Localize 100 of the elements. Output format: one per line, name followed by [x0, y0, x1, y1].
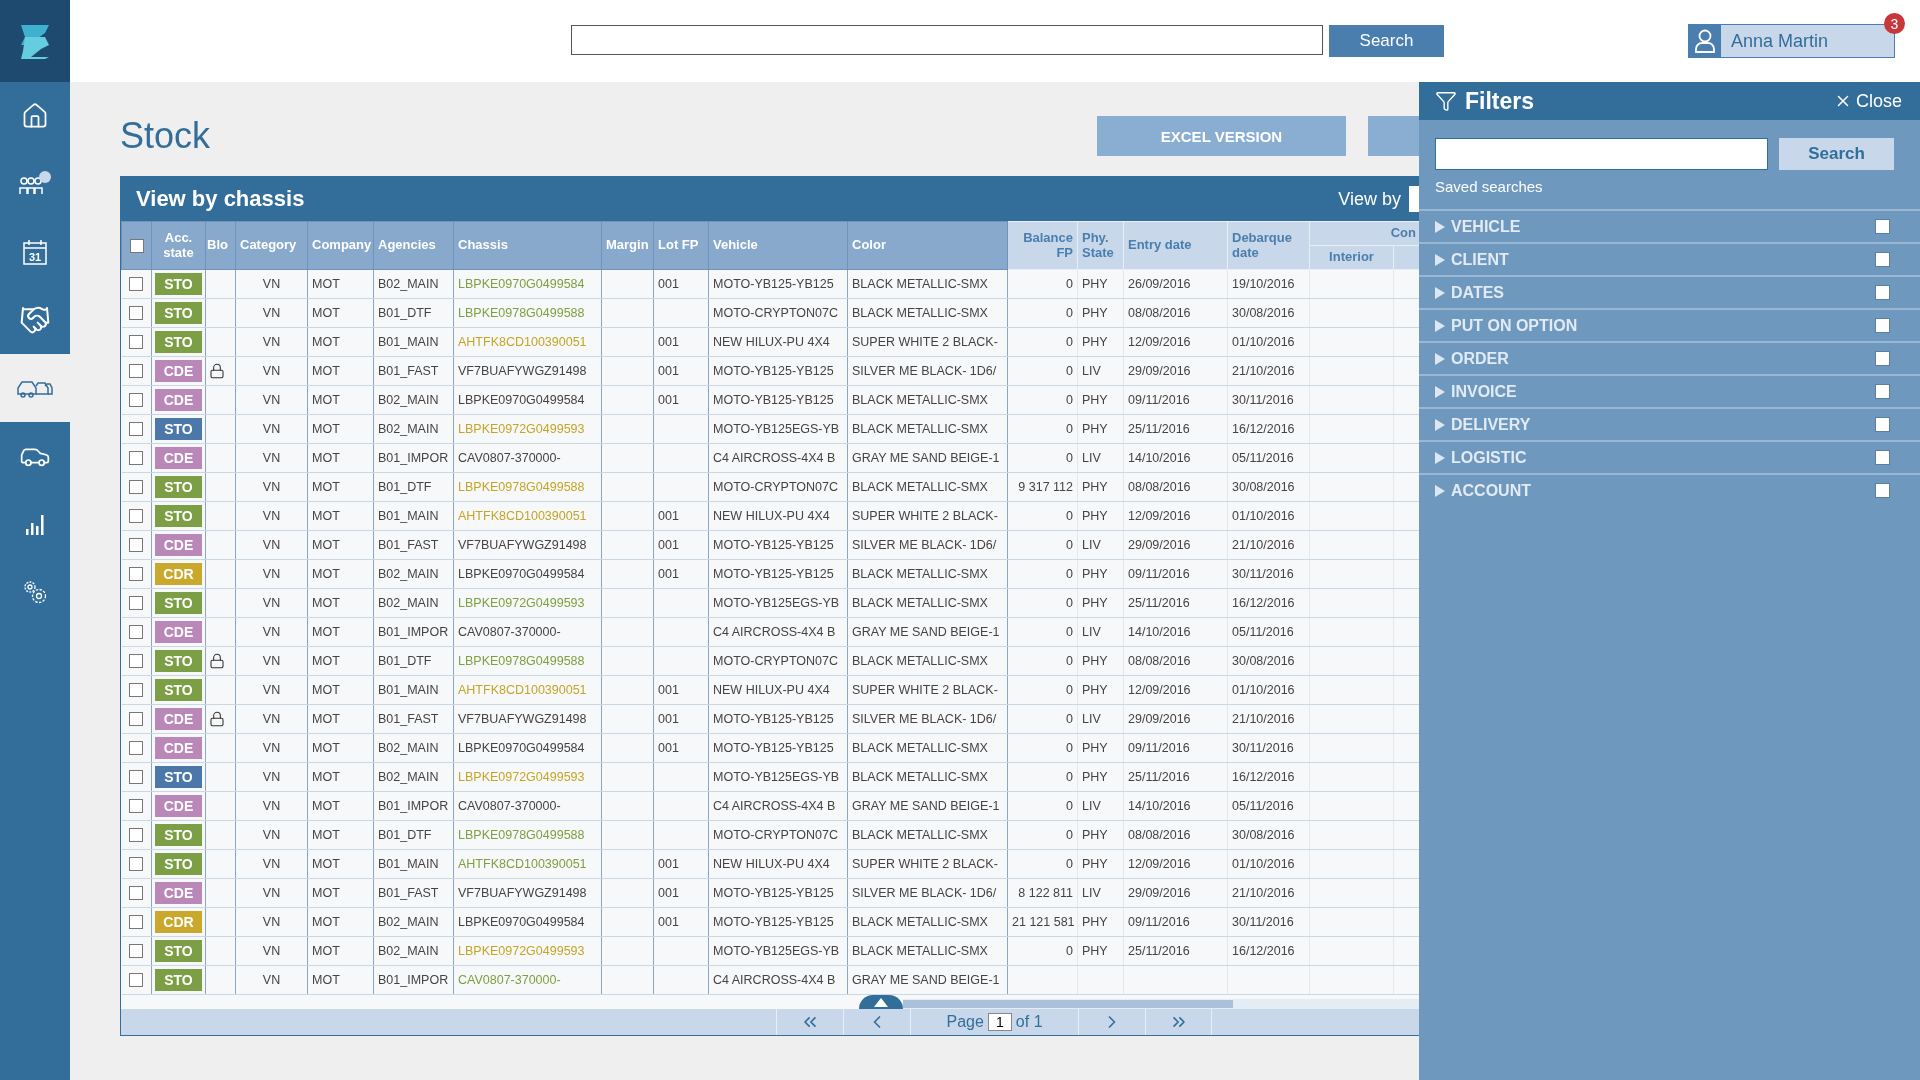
filter-search-button[interactable]: Search	[1779, 138, 1894, 170]
row-checkbox[interactable]	[129, 828, 144, 843]
table-cell: MOT	[307, 733, 374, 763]
state-badge: CDE	[155, 360, 202, 382]
table-cell: 16/12/2016	[1227, 414, 1310, 444]
table-cell: 30/11/2016	[1227, 385, 1310, 415]
filter-checkbox[interactable]	[1875, 285, 1890, 300]
filter-checkbox[interactable]	[1875, 450, 1890, 465]
row-checkbox[interactable]	[129, 857, 144, 872]
search-button[interactable]: Search	[1329, 25, 1444, 57]
table-cell: 21/10/2016	[1227, 356, 1310, 386]
excel-button[interactable]: EXCEL VERSION	[1097, 116, 1346, 156]
table-cell: GRAY ME SAND BEIGE-1	[847, 443, 1008, 473]
filter-checkbox[interactable]	[1875, 483, 1890, 498]
filter-section[interactable]: LOGISTIC	[1419, 440, 1920, 473]
table-cell: B01_IMPOR	[373, 617, 454, 647]
table-cell: MOT	[307, 646, 374, 676]
row-checkbox[interactable]	[129, 509, 144, 524]
table-cell: PHY	[1077, 762, 1124, 792]
filter-section[interactable]: ORDER	[1419, 341, 1920, 374]
sidebar-item[interactable]	[0, 354, 70, 422]
filter-section[interactable]: VEHICLE	[1419, 209, 1920, 242]
lock-icon	[209, 653, 225, 669]
row-checkbox[interactable]	[129, 306, 144, 321]
saved-searches-link[interactable]: Saved searches	[1435, 178, 1543, 195]
filter-checkbox[interactable]	[1875, 318, 1890, 333]
table-cell: 16/12/2016	[1227, 936, 1310, 966]
filter-checkbox[interactable]	[1875, 417, 1890, 432]
filter-search-field[interactable]	[1435, 138, 1768, 170]
table-cell: 16/12/2016	[1227, 762, 1310, 792]
filter-section[interactable]: ACCOUNT	[1419, 473, 1920, 506]
table-cell: PHY	[1077, 327, 1124, 357]
horizontal-scrollbar[interactable]	[903, 999, 1419, 1009]
row-checkbox[interactable]	[129, 422, 144, 437]
row-checkbox[interactable]	[129, 944, 144, 959]
table-cell: PHY	[1077, 820, 1124, 850]
table-cell: B01_MAIN	[373, 501, 454, 531]
row-checkbox[interactable]	[129, 451, 144, 466]
close-button[interactable]: Close	[1827, 89, 1908, 113]
table-cell: MOT	[307, 414, 374, 444]
row-checkbox[interactable]	[129, 364, 144, 379]
table-cell: LBPKE0972G0499593	[453, 936, 602, 966]
filter-section[interactable]: DELIVERY	[1419, 407, 1920, 440]
table-cell: LBPKE0978G0499588	[453, 472, 602, 502]
search-field[interactable]	[571, 25, 1323, 55]
filter-section[interactable]: PUT ON OPTION	[1419, 308, 1920, 341]
table-cell: MOT	[307, 907, 374, 937]
table-cell: VN	[235, 414, 308, 444]
state-badge: STO	[155, 302, 202, 324]
state-badge: STO	[155, 969, 202, 991]
row-checkbox[interactable]	[129, 770, 144, 785]
filter-checkbox[interactable]	[1875, 351, 1890, 366]
row-checkbox[interactable]	[129, 538, 144, 553]
home-icon	[21, 102, 49, 130]
row-checkbox[interactable]	[129, 335, 144, 350]
filter-section[interactable]: INVOICE	[1419, 374, 1920, 407]
row-checkbox[interactable]	[129, 596, 144, 611]
state-badge: CDR	[155, 911, 202, 933]
table-cell: MOTO-CRYPTON07C	[708, 646, 848, 676]
lock-icon	[209, 711, 225, 727]
table-cell: SILVER ME BLACK- 1D6/	[847, 356, 1008, 386]
row-checkbox[interactable]	[129, 654, 144, 669]
table-cell: 0	[1007, 733, 1078, 763]
row-checkbox[interactable]	[129, 741, 144, 756]
table-cell: MOT	[307, 878, 374, 908]
table-cell: 08/08/2016	[1123, 646, 1228, 676]
row-checkbox[interactable]	[129, 567, 144, 582]
table-cell: C4 AIRCROSS-4X4 B	[708, 617, 848, 647]
state-badge: STO	[155, 650, 202, 672]
table-cell: 08/08/2016	[1123, 472, 1228, 502]
filter-checkbox[interactable]	[1875, 384, 1890, 399]
table-cell: PHY	[1077, 907, 1124, 937]
row-checkbox[interactable]	[129, 799, 144, 814]
table-cell: C4 AIRCROSS-4X4 B	[708, 443, 848, 473]
filter-checkbox[interactable]	[1875, 252, 1890, 267]
page-field[interactable]: 1	[987, 1013, 1012, 1031]
filter-section[interactable]: DATES	[1419, 275, 1920, 308]
row-checkbox[interactable]	[129, 277, 144, 292]
row-checkbox[interactable]	[129, 683, 144, 698]
row-checkbox[interactable]	[129, 886, 144, 901]
state-badge: CDE	[155, 708, 202, 730]
row-checkbox[interactable]	[129, 712, 144, 727]
table-cell: B02_MAIN	[373, 588, 454, 618]
state-badge: STO	[155, 824, 202, 846]
table-cell: SILVER ME BLACK- 1D6/	[847, 878, 1008, 908]
table-cell: 21/10/2016	[1227, 704, 1310, 734]
row-checkbox[interactable]	[129, 915, 144, 930]
filter-section[interactable]: CLIENT	[1419, 242, 1920, 275]
row-checkbox[interactable]	[129, 393, 144, 408]
row-checkbox[interactable]	[129, 973, 144, 988]
table-cell: 21/10/2016	[1227, 878, 1310, 908]
select-all-checkbox[interactable]	[129, 238, 144, 253]
scroll-up-button[interactable]	[859, 995, 903, 1009]
table-cell: LBPKE0978G0499588	[453, 298, 602, 328]
row-checkbox[interactable]	[129, 480, 144, 495]
page-count: of 1	[1015, 1013, 1043, 1031]
last-page-button[interactable]	[1145, 1009, 1212, 1035]
filter-checkbox[interactable]	[1875, 219, 1890, 234]
table-cell: 0	[1007, 298, 1078, 328]
row-checkbox[interactable]	[129, 625, 144, 640]
